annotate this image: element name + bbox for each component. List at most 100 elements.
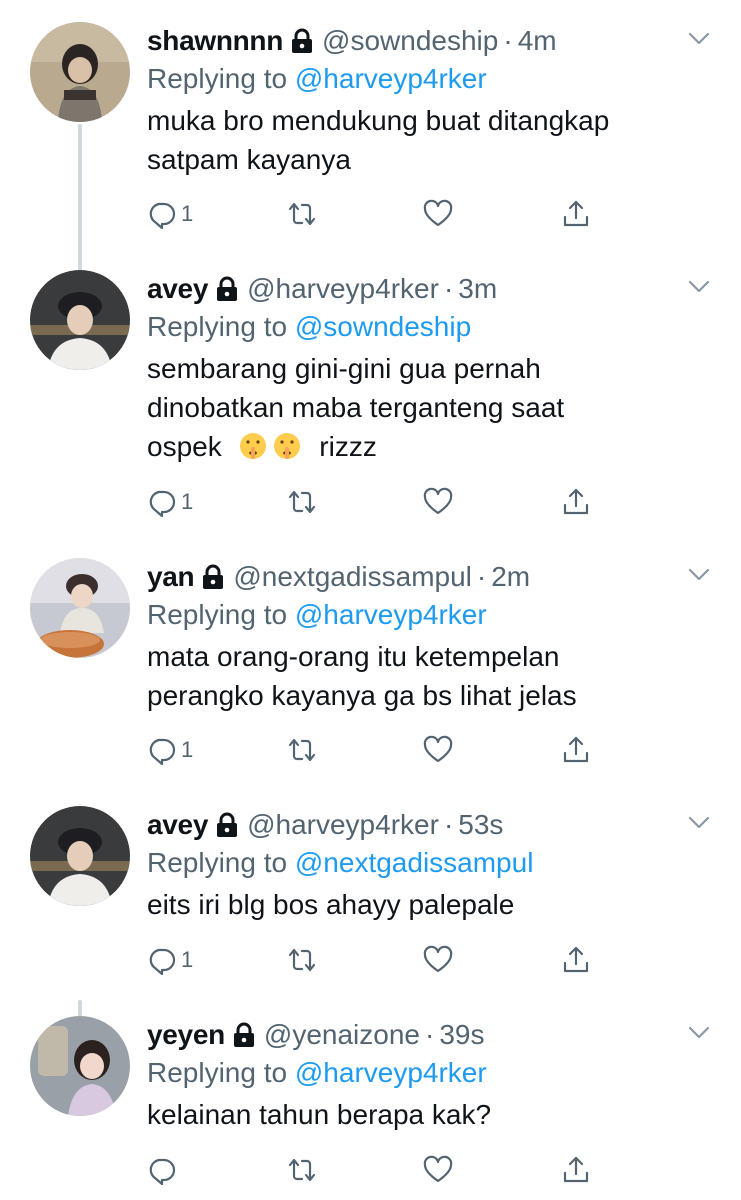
like-button[interactable]	[423, 1150, 453, 1190]
reply-button[interactable]: 1	[147, 482, 193, 522]
tweet-item[interactable]: avey @harveyp4rker · 3m Replying to @sow…	[0, 270, 741, 520]
lock-icon	[215, 276, 239, 302]
retweet-icon	[287, 199, 317, 229]
replying-to-line: Replying to @harveyp4rker	[147, 596, 721, 634]
chevron-down-icon[interactable]	[685, 272, 713, 300]
retweet-button[interactable]	[287, 194, 317, 234]
share-button[interactable]	[561, 194, 591, 234]
display-name[interactable]: shawnnnn	[147, 25, 283, 57]
share-icon	[561, 199, 591, 229]
replying-to-label: Replying to	[147, 63, 295, 94]
replying-to-line: Replying to @harveyp4rker	[147, 60, 721, 98]
user-handle[interactable]: @nextgadissampul	[233, 561, 472, 593]
retweet-button[interactable]	[287, 482, 317, 522]
user-handle[interactable]: @harveyp4rker	[247, 273, 439, 305]
replying-to-line: Replying to @sowndeship	[147, 308, 721, 346]
tweet-text-line: satpam kayanya	[147, 144, 351, 175]
reply-button[interactable]	[147, 1150, 181, 1190]
user-handle[interactable]: @yenaizone	[264, 1019, 420, 1051]
tweet-actions: 1	[147, 940, 607, 980]
display-name[interactable]: avey	[147, 273, 208, 305]
tweet-text: sembarang gini-gini gua pernah dinobatka…	[147, 349, 721, 466]
retweet-icon	[287, 735, 317, 765]
tweet-actions: 1	[147, 482, 607, 522]
like-button[interactable]	[423, 730, 453, 770]
share-button[interactable]	[561, 730, 591, 770]
chevron-down-icon[interactable]	[685, 560, 713, 588]
tweet-thread: shawnnnn @sowndeship · 4m Replying to @h…	[0, 0, 741, 1200]
tweet-actions: 1	[147, 730, 607, 770]
chevron-down-icon[interactable]	[685, 24, 713, 52]
share-button[interactable]	[561, 1150, 591, 1190]
replying-to-mention[interactable]: @harveyp4rker	[295, 63, 487, 94]
replying-to-line: Replying to @nextgadissampul	[147, 844, 721, 882]
tweet-text-segment: rizzz	[319, 431, 377, 462]
share-button[interactable]	[561, 482, 591, 522]
reply-icon	[147, 735, 177, 765]
replying-to-mention[interactable]: @harveyp4rker	[295, 599, 487, 630]
replying-to-label: Replying to	[147, 847, 295, 878]
retweet-button[interactable]	[287, 940, 317, 980]
timestamp[interactable]: 53s	[458, 809, 503, 841]
replying-to-mention[interactable]: @sowndeship	[295, 311, 471, 342]
replying-to-line: Replying to @harveyp4rker	[147, 1054, 721, 1092]
avatar[interactable]	[30, 22, 130, 122]
tweet-item[interactable]: shawnnnn @sowndeship · 4m Replying to @h…	[0, 22, 741, 252]
share-button[interactable]	[561, 940, 591, 980]
replying-to-mention[interactable]: @harveyp4rker	[295, 1057, 487, 1088]
timestamp[interactable]: 3m	[458, 273, 497, 305]
tweet-text-line: muka bro mendukung buat ditangkap	[147, 105, 610, 136]
reply-button[interactable]: 1	[147, 194, 193, 234]
display-name[interactable]: yeyen	[147, 1019, 225, 1051]
display-name[interactable]: avey	[147, 809, 208, 841]
tweet-actions	[147, 1150, 607, 1190]
replying-to-label: Replying to	[147, 311, 295, 342]
replying-to-mention[interactable]: @nextgadissampul	[295, 847, 534, 878]
tweet-item[interactable]: yeyen @yenaizone · 39s Replying to @harv…	[0, 1016, 741, 1200]
tweet-text: muka bro mendukung buat ditangkap satpam…	[147, 101, 721, 179]
display-name[interactable]: yan	[147, 561, 195, 593]
timestamp[interactable]: 39s	[439, 1019, 484, 1051]
timestamp[interactable]: 4m	[518, 25, 557, 57]
separator-dot: ·	[443, 809, 454, 840]
tweet-text: kelainan tahun berapa kak?	[147, 1095, 721, 1134]
user-handle[interactable]: @sowndeship	[322, 25, 498, 57]
avatar[interactable]	[30, 1016, 130, 1116]
avatar[interactable]	[30, 806, 130, 906]
tweet-actions: 1	[147, 194, 607, 234]
tweet-item[interactable]: yan @nextgadissampul · 2m Replying to @h…	[0, 558, 741, 778]
avatar[interactable]	[30, 270, 130, 370]
tweet-text-line: dinobatkan maba terganteng saat	[147, 392, 565, 423]
like-button[interactable]	[423, 482, 453, 522]
heart-icon	[423, 487, 453, 517]
reply-icon	[147, 945, 177, 975]
lock-icon	[290, 28, 314, 54]
retweet-button[interactable]	[287, 730, 317, 770]
chevron-down-icon[interactable]	[685, 808, 713, 836]
reply-count: 1	[181, 737, 194, 762]
separator-dot: ·	[476, 561, 487, 592]
timestamp[interactable]: 2m	[491, 561, 530, 593]
user-handle[interactable]: @harveyp4rker	[247, 809, 439, 841]
chevron-down-icon[interactable]	[685, 1018, 713, 1046]
reply-button[interactable]: 1	[147, 940, 193, 980]
retweet-button[interactable]	[287, 1150, 317, 1190]
reply-icon	[147, 199, 177, 229]
separator-dot: ·	[503, 25, 513, 56]
tweet-text-line: perangko kayanya ga bs lihat jelas	[147, 680, 577, 711]
share-icon	[561, 1155, 591, 1185]
share-icon	[561, 945, 591, 975]
share-icon	[561, 487, 591, 517]
tweet-text-line: kelainan tahun berapa kak?	[147, 1099, 492, 1130]
tweet-item[interactable]: avey @harveyp4rker · 53s Replying to @ne…	[0, 806, 741, 996]
tweet-text-line: ospek rizzz	[147, 427, 721, 466]
heart-icon	[423, 199, 453, 229]
tweet-text: mata orang-orang itu ketempelan perangko…	[147, 637, 721, 715]
avatar[interactable]	[30, 558, 130, 658]
like-button[interactable]	[423, 940, 453, 980]
reply-button[interactable]: 1	[147, 730, 193, 770]
tweet-text-segment: ospek	[147, 431, 222, 462]
tweet-text-line: eits iri blg bos ahayy palepale	[147, 889, 515, 920]
like-button[interactable]	[423, 194, 453, 234]
replying-to-label: Replying to	[147, 599, 295, 630]
